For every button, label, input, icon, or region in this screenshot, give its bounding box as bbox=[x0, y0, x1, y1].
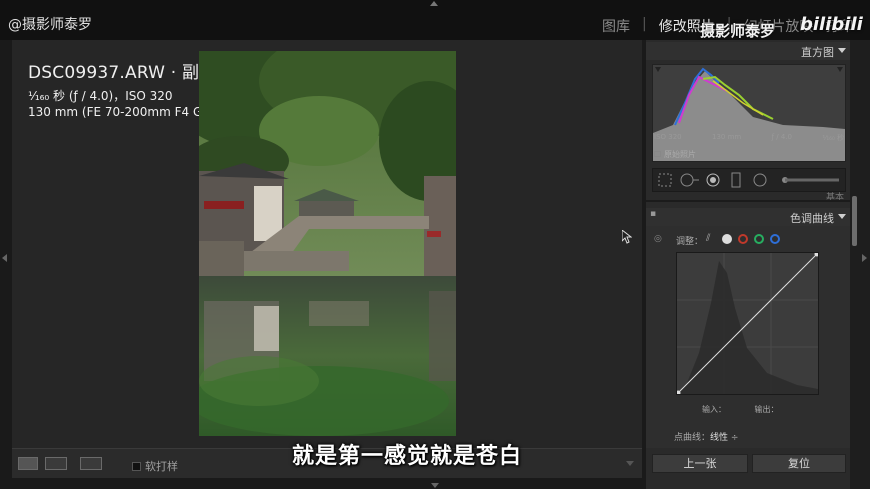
right-panel: 直方图 ISO 320 130 mm ƒ / 4.0 ¹⁄₁₆₀ 秒 原始照片 bbox=[646, 40, 850, 489]
original-photo-toggle[interactable]: 原始照片 bbox=[654, 149, 696, 160]
soft-proof-checkbox[interactable] bbox=[132, 462, 141, 471]
soft-proof-label: 软打样 bbox=[145, 460, 178, 473]
output-label: 输出： bbox=[754, 405, 779, 414]
target-adjust-icon[interactable]: ◎ bbox=[654, 234, 662, 244]
before-after-view-icon[interactable] bbox=[45, 457, 67, 470]
adjustment-brush-slider[interactable] bbox=[782, 177, 839, 183]
soft-proof-toggle[interactable]: 软打样 bbox=[132, 458, 178, 474]
reset-button[interactable]: 复位 bbox=[752, 454, 846, 473]
histogram-header[interactable]: 直方图 bbox=[646, 42, 850, 60]
point-curve-select[interactable]: 点曲线：线性 ÷ bbox=[674, 430, 738, 443]
previous-button[interactable]: 上一张 bbox=[652, 454, 748, 473]
input-label: 输入： bbox=[702, 405, 726, 414]
red-channel-dot[interactable] bbox=[738, 234, 748, 244]
collapse-triangle-icon bbox=[838, 214, 846, 219]
panel-toggle-icon[interactable]: ▪ bbox=[650, 209, 656, 219]
video-subtitle: 就是第一感觉就是苍白 bbox=[292, 444, 523, 469]
collapse-top-panel-arrow-icon[interactable] bbox=[430, 1, 438, 6]
toolbar-menu-arrow-icon[interactable] bbox=[626, 461, 634, 466]
bilibili-logo: bilibili bbox=[800, 14, 863, 35]
blue-channel-dot[interactable] bbox=[770, 234, 780, 244]
original-photo-icon bbox=[654, 151, 661, 157]
histogram-title: 直方图 bbox=[801, 46, 834, 59]
graduated-filter-icon[interactable] bbox=[731, 172, 741, 188]
collapse-right-panel-arrow-icon[interactable] bbox=[862, 254, 867, 262]
crop-tool-icon[interactable] bbox=[658, 173, 672, 187]
spot-removal-icon[interactable] bbox=[680, 173, 699, 187]
green-channel-dot[interactable] bbox=[754, 234, 764, 244]
before-after-split-icon[interactable] bbox=[80, 457, 102, 470]
shutter-value: ¹⁄₁₆₀ 秒 bbox=[822, 134, 844, 142]
iso-value: ISO 320 bbox=[654, 133, 682, 141]
tone-curve-header[interactable]: ▪ 色调曲线 bbox=[646, 208, 850, 226]
red-eye-icon[interactable] bbox=[706, 173, 720, 187]
parametric-curve-icon[interactable]: ⫽ bbox=[706, 233, 710, 244]
panel-separator bbox=[646, 200, 850, 202]
histogram-graph bbox=[653, 67, 845, 161]
channel-watermark: 摄影师泰罗 bbox=[700, 22, 776, 40]
photo-preview[interactable] bbox=[199, 51, 456, 436]
point-curve-label: 点曲线： bbox=[674, 433, 711, 443]
histogram[interactable] bbox=[652, 64, 846, 162]
curve-io-readout: 输入： 输出： bbox=[702, 404, 805, 415]
focal-length-value: 130 mm bbox=[711, 133, 742, 141]
module-library[interactable]: 图库 bbox=[602, 16, 630, 36]
photo-canvas bbox=[199, 51, 456, 436]
loupe-view-icon[interactable] bbox=[18, 457, 38, 470]
point-curve-value: 线性 bbox=[710, 433, 729, 443]
curve-adjust-label: 调整： bbox=[676, 237, 704, 247]
collapse-filmstrip-arrow-icon[interactable] bbox=[431, 483, 439, 488]
tone-curve-graph[interactable] bbox=[675, 251, 820, 396]
radial-filter-icon[interactable] bbox=[753, 173, 767, 187]
panel-scroll-track[interactable] bbox=[850, 40, 870, 489]
mouse-cursor-icon bbox=[621, 228, 633, 248]
top-bar: @摄影师泰罗 图库 | 修改照片 | 幻灯片放映 打印 摄影师泰罗 bilibi… bbox=[0, 0, 870, 40]
aperture-value: ƒ / 4.0 bbox=[771, 133, 792, 141]
collapse-triangle-icon bbox=[838, 48, 846, 53]
tone-curve-title: 色调曲线 bbox=[790, 212, 834, 225]
develop-tool-strip bbox=[652, 168, 846, 192]
histogram-meta: ISO 320 130 mm ƒ / 4.0 ¹⁄₁₆₀ 秒 bbox=[654, 133, 844, 143]
user-watermark: @摄影师泰罗 bbox=[8, 17, 92, 33]
module-separator: | bbox=[642, 16, 647, 32]
collapse-left-panel-arrow-icon[interactable] bbox=[2, 254, 7, 262]
scrollbar-thumb[interactable] bbox=[852, 196, 857, 246]
tone-curve-panel: ▪ 色调曲线 ◎ 调整： ⫽ 输入： 输出： 点曲线：线性 ÷ bbox=[646, 208, 850, 448]
dropdown-arrow-icon: ÷ bbox=[730, 433, 739, 443]
rgb-channel-dot[interactable] bbox=[722, 234, 732, 244]
original-photo-label: 原始照片 bbox=[664, 150, 696, 159]
